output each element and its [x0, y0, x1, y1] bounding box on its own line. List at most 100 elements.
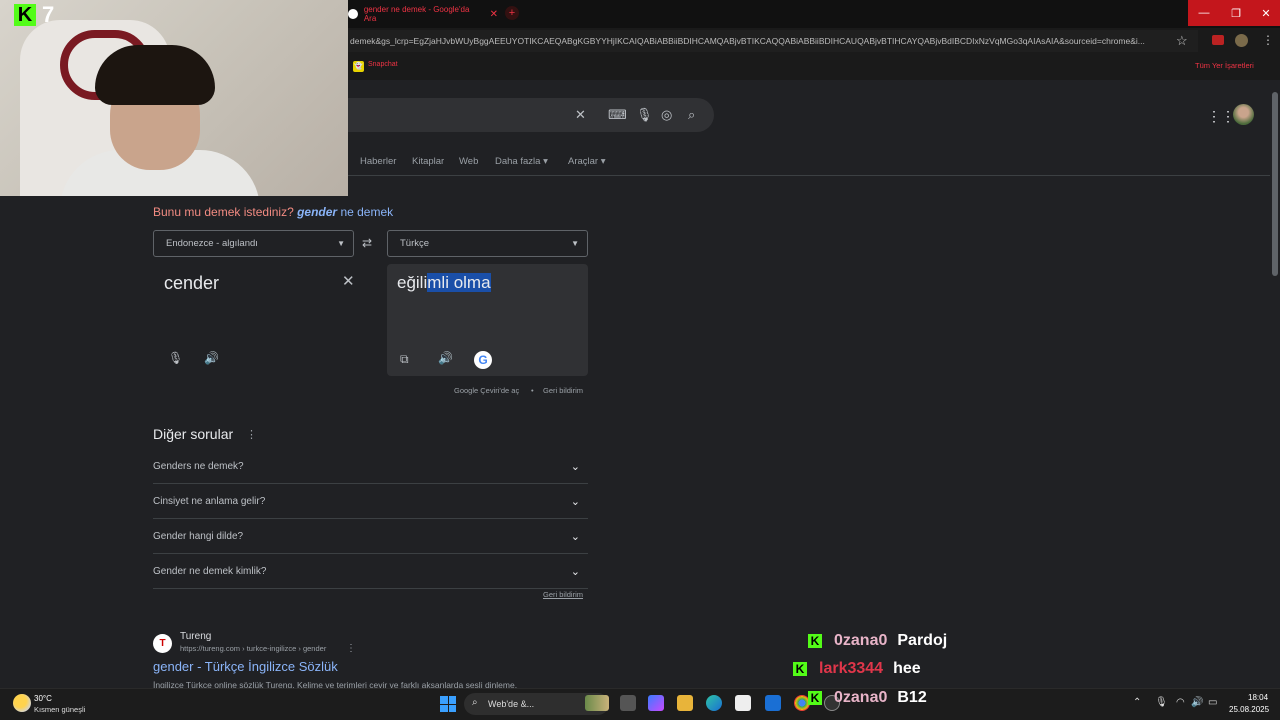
tab-title: gender ne demek - Google'da Ara: [363, 5, 470, 23]
google-favicon-icon: [348, 9, 358, 19]
restore-icon[interactable]: ❐: [1220, 0, 1252, 26]
bookmarks-bar: [348, 56, 1280, 78]
address-bar[interactable]: demek&gs_lcrp=EgZjaHJvbWUyBggAEEUYOTIKCA…: [348, 30, 1198, 52]
paa-question-text: Gender hangi dilde?: [153, 530, 244, 542]
task-view-icon[interactable]: [620, 695, 636, 711]
paa-feedback-link[interactable]: Geri bildirim: [543, 590, 583, 599]
translation-output[interactable]: eğilimli olma: [397, 273, 491, 293]
paa-heading: Diğer sorular: [153, 426, 234, 442]
microphone-icon[interactable]: 🎙: [168, 351, 183, 365]
file-explorer-icon[interactable]: [677, 695, 693, 711]
source-language-label: Endonezce - algılandı: [166, 238, 258, 249]
minimize-icon[interactable]: —: [1188, 0, 1220, 26]
clear-source-icon[interactable]: ✕: [342, 272, 355, 290]
cam-person-hair: [95, 45, 215, 105]
bookmark-label[interactable]: Snapchat: [368, 61, 398, 68]
paa-question[interactable]: Genders ne demek? ⌄: [153, 449, 588, 484]
tab-books[interactable]: Kitaplar: [412, 156, 444, 167]
close-tab-icon[interactable]: ✕: [490, 9, 498, 20]
battery-icon[interactable]: ▭: [1208, 697, 1217, 708]
output-text-selected: mli olma: [427, 273, 491, 292]
search-highlight-icon[interactable]: [585, 695, 609, 711]
did-you-mean: Bunu mu demek istediniz? gender ne demek: [153, 205, 393, 219]
copy-icon[interactable]: ⧉: [400, 352, 409, 367]
result-title-link[interactable]: gender - Türkçe İngilizce Sözlük: [153, 659, 338, 674]
chevron-down-icon: ⌄: [570, 495, 580, 508]
paa-question[interactable]: Gender hangi dilde? ⌄: [153, 519, 588, 554]
chat-username: 0zana0: [834, 689, 888, 706]
weather-icon[interactable]: [13, 694, 31, 712]
tab-web[interactable]: Web: [459, 156, 478, 167]
chat-message: K lark3344 hee: [793, 660, 921, 678]
edge-icon[interactable]: [706, 695, 722, 711]
google-g-icon[interactable]: G: [474, 351, 492, 369]
chevron-down-icon: ⌄: [570, 460, 580, 473]
output-text-plain: eğili: [397, 273, 428, 292]
windows-taskbar: [0, 688, 1280, 720]
windows-start-icon[interactable]: [440, 696, 456, 712]
apps-grid-icon[interactable]: ⋮⋮: [1207, 108, 1235, 125]
snapchat-icon[interactable]: 👻: [353, 61, 364, 72]
result-site-name[interactable]: Tureng: [180, 631, 211, 642]
search-icon[interactable]: ⌕: [688, 107, 695, 123]
open-in-translate-link[interactable]: Google Çeviri'de aç: [454, 386, 519, 395]
bookmark-star-icon[interactable]: ☆: [1176, 33, 1188, 49]
new-tab-icon[interactable]: +: [505, 6, 519, 20]
result-options-icon[interactable]: ⋮: [346, 643, 356, 654]
avatar[interactable]: [1233, 104, 1254, 125]
clear-search-icon[interactable]: ✕: [575, 107, 586, 123]
browser-tab[interactable]: gender ne demek - Google'da Ara ✕: [348, 2, 498, 26]
tab-tools-label: Araçlar: [568, 156, 599, 167]
wifi-icon[interactable]: ◠: [1176, 697, 1185, 708]
channel-number: 7: [42, 2, 55, 27]
nav-divider: [348, 175, 1280, 176]
paa-question[interactable]: Cinsiyet ne anlama gelir? ⌄: [153, 484, 588, 519]
clock-date[interactable]: 25.08.2025: [1229, 705, 1269, 714]
microphone-icon[interactable]: 🎙: [636, 107, 653, 123]
source-language-select[interactable]: Endonezce - algılandı ▼: [153, 230, 354, 257]
tray-chevron-icon[interactable]: ⌃: [1133, 697, 1141, 708]
more-options-icon[interactable]: ⋮: [246, 428, 257, 441]
paa-question-text: Gender ne demek kimlik?: [153, 565, 267, 577]
chat-text: hee: [893, 660, 921, 677]
temperature[interactable]: 30°C: [34, 694, 52, 703]
copilot-icon[interactable]: [648, 695, 664, 711]
tab-news[interactable]: Haberler: [360, 156, 396, 167]
paa-question[interactable]: Gender ne demek kimlik? ⌄: [153, 554, 588, 589]
weather-description[interactable]: Kısmen güneşli: [34, 705, 85, 714]
outlook-icon[interactable]: [765, 695, 781, 711]
all-bookmarks-link[interactable]: Tüm Yer İşaretleri: [1195, 61, 1254, 70]
chevron-down-icon: ⌄: [570, 565, 580, 578]
suggested-term-link[interactable]: gender: [297, 205, 337, 219]
target-language-select[interactable]: Türkçe ▼: [387, 230, 588, 257]
close-window-icon[interactable]: ✕: [1252, 0, 1280, 26]
tab-more[interactable]: Daha fazla ▾: [495, 156, 548, 167]
extension-icon[interactable]: [1212, 35, 1224, 45]
scrollbar-thumb[interactable]: [1272, 92, 1278, 276]
speaker-icon[interactable]: 🔊: [204, 351, 219, 365]
caret-down-icon: ▾: [600, 156, 606, 167]
speaker-icon[interactable]: 🔊: [438, 351, 453, 365]
swap-languages-icon[interactable]: ⇄: [362, 236, 372, 250]
tray-mic-icon[interactable]: 🎙: [1155, 697, 1168, 708]
menu-icon[interactable]: ⋮: [1262, 33, 1274, 47]
chat-text: Pardoj: [897, 632, 948, 649]
search-input[interactable]: [348, 98, 714, 132]
clock-time[interactable]: 18:04: [1248, 693, 1268, 702]
lens-icon[interactable]: ◎: [661, 107, 672, 123]
chat-username: 0zana0: [834, 632, 888, 649]
tab-tools[interactable]: Araçlar ▾: [568, 156, 606, 167]
kick-badge-icon: K: [808, 634, 822, 648]
profile-icon[interactable]: [1235, 34, 1248, 47]
did-you-mean-suffix[interactable]: ne demek: [340, 205, 393, 219]
volume-icon[interactable]: 🔊: [1191, 697, 1203, 708]
store-icon[interactable]: [735, 695, 751, 711]
keyboard-icon[interactable]: ⌨: [608, 107, 627, 123]
source-text[interactable]: cender: [164, 273, 219, 294]
chat-message: K 0zana0 Pardoj: [808, 632, 947, 650]
result-url[interactable]: https://tureng.com › turkce-ingilizce › …: [180, 644, 326, 653]
dropdown-arrow-icon: ▼: [337, 239, 345, 248]
target-language-label: Türkçe: [400, 238, 430, 249]
feedback-link[interactable]: Geri bildirim: [543, 386, 583, 395]
did-you-mean-prefix: Bunu mu demek istediniz?: [153, 205, 294, 219]
